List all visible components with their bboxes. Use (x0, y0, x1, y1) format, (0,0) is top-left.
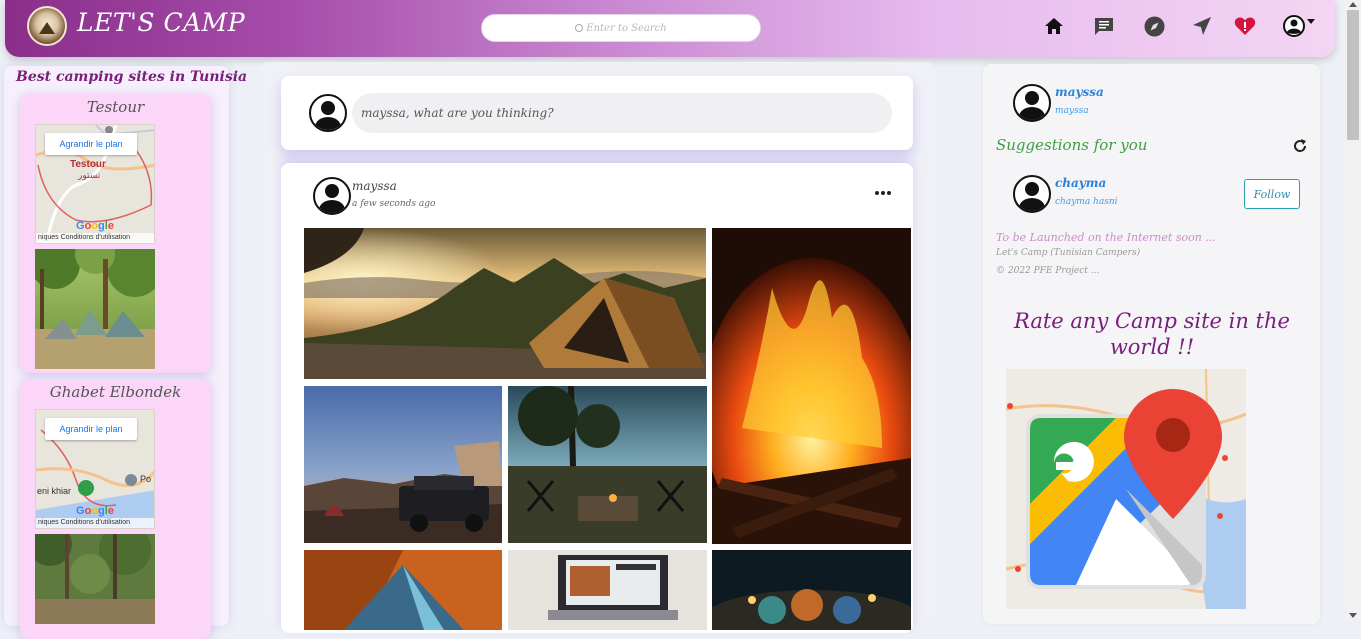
suggestion-name[interactable]: chayma (1055, 176, 1106, 190)
site-card-ghabet-elbondek: Ghabet Elbondek Agrandir le plan eni khi… (20, 379, 211, 639)
suggestion-handle: chayma hasni (1055, 197, 1118, 207)
home-icon[interactable] (1042, 14, 1066, 38)
map-city-label-ar: تستور (78, 171, 101, 181)
post-photo[interactable] (508, 386, 707, 543)
profile-menu[interactable] (1282, 14, 1316, 38)
avatar[interactable] (1013, 175, 1051, 213)
footer-copyright: © 2022 PFE Project ... (996, 266, 1100, 276)
top-navbar: LET'S CAMP Enter to Search (5, 0, 1335, 57)
post-photo[interactable] (304, 550, 502, 630)
avatar[interactable] (313, 177, 351, 215)
post-composer-input[interactable]: mayssa, what are you thinking? (352, 93, 892, 133)
left-sidebar-title: Best camping sites in Tunisia (16, 69, 248, 85)
site-card-testour: Testour Agrandir le plan Testour تستور G… (20, 94, 211, 373)
explore-icon[interactable] (1142, 14, 1166, 38)
more-options-icon[interactable] (875, 191, 891, 195)
post-photo[interactable] (304, 228, 706, 379)
site-name: Testour (86, 98, 145, 116)
google-maps-image[interactable] (1006, 369, 1246, 609)
post-photo[interactable] (508, 550, 707, 630)
profile-icon (1283, 15, 1305, 37)
site-name: Ghabet Elbondek (49, 383, 182, 401)
google-logo: Google (76, 220, 114, 232)
rate-sites-title: Rate any Camp site in the world !! (1014, 309, 1290, 359)
map-city-label-2: Po (140, 474, 152, 484)
search-placeholder: Enter to Search (586, 22, 667, 34)
current-user-name[interactable]: mayssa (1055, 85, 1104, 99)
current-user-handle: mayssa (1055, 106, 1089, 116)
location-icon[interactable] (1190, 14, 1214, 38)
avatar[interactable] (1013, 84, 1051, 122)
map-city-label: Testour (70, 159, 106, 170)
map-city-label: eni khiar (37, 486, 72, 496)
post-timestamp: a few seconds ago (352, 199, 436, 209)
refresh-icon[interactable] (1292, 138, 1308, 158)
scroll-up-arrow-icon[interactable] (1349, 2, 1357, 7)
footer-launch-note: To be Launched on the Internet soon ... (996, 231, 1216, 244)
site-map[interactable]: Agrandir le plan eni khiar Po Google niq… (35, 409, 155, 529)
post-photo[interactable] (712, 550, 911, 630)
scroll-thumb[interactable] (1347, 10, 1359, 140)
footer-app-name: Let's Camp (Tunisian Campers) (996, 248, 1141, 258)
scroll-down-arrow-icon[interactable] (1349, 613, 1357, 618)
chevron-down-icon (1307, 19, 1315, 24)
map-footer: niques Conditions d'utilisation (36, 518, 154, 528)
suggestions-title: Suggestions for you (996, 136, 1148, 154)
follow-button[interactable]: Follow (1244, 179, 1300, 209)
post-photo[interactable] (304, 386, 502, 543)
search-input[interactable]: Enter to Search (481, 14, 761, 42)
brand-title[interactable]: LET'S CAMP (77, 8, 245, 37)
map-footer: niques Conditions d'utilisation (36, 233, 154, 243)
search-icon (575, 24, 584, 32)
site-photo[interactable] (35, 534, 155, 624)
map-enlarge-button[interactable]: Agrandir le plan (45, 133, 137, 155)
site-map[interactable]: Agrandir le plan Testour تستور Google ni… (35, 124, 155, 244)
post-card: mayssa a few seconds ago (281, 163, 913, 633)
site-photo[interactable] (35, 249, 155, 369)
post-photo[interactable] (712, 228, 911, 544)
post-author[interactable]: mayssa (352, 179, 397, 193)
google-logo: Google (76, 505, 114, 517)
page-scrollbar[interactable] (1345, 0, 1361, 621)
avatar[interactable] (309, 94, 347, 132)
map-enlarge-button[interactable]: Agrandir le plan (45, 418, 137, 440)
favorites-icon[interactable] (1233, 14, 1257, 38)
post-composer: mayssa, what are you thinking? (281, 76, 913, 150)
messages-icon[interactable] (1092, 14, 1116, 38)
logo-icon[interactable] (27, 6, 67, 46)
